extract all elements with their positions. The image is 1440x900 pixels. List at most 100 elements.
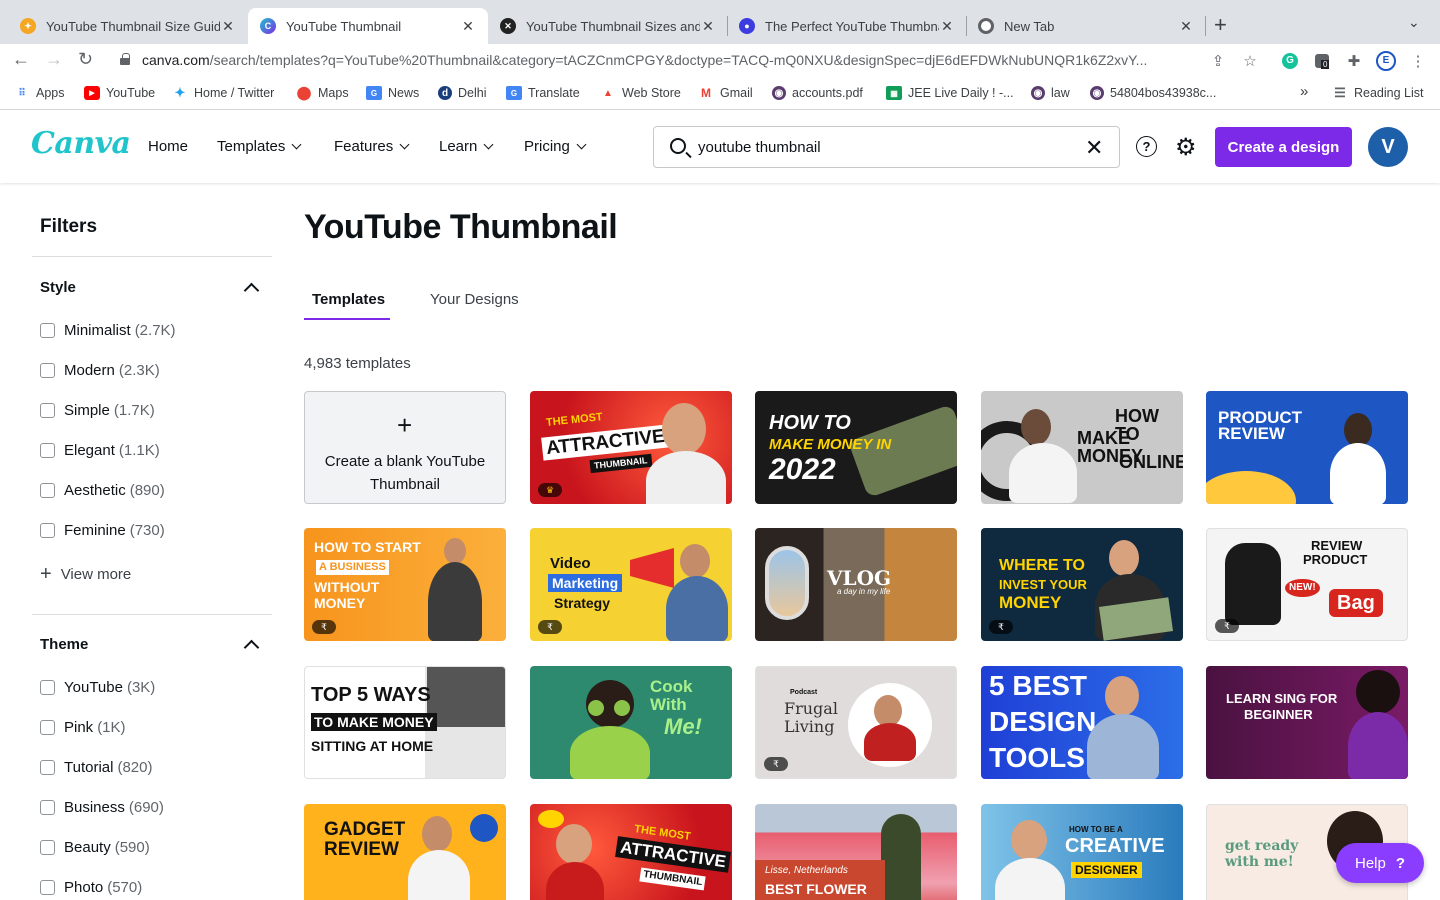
checkbox[interactable] bbox=[40, 720, 55, 735]
close-tab-icon[interactable]: ✕ bbox=[220, 18, 236, 35]
view-more-button[interactable]: + View more bbox=[40, 563, 131, 586]
close-tab-icon[interactable]: ✕ bbox=[1178, 18, 1194, 35]
bookmark-youtube[interactable]: ▶ YouTube bbox=[84, 86, 155, 100]
browser-tab-active[interactable]: C YouTube Thumbnail ✕ bbox=[248, 8, 488, 44]
bookmark-law[interactable]: ◉ law bbox=[1031, 86, 1070, 100]
browser-menu-icon[interactable]: ⋮ bbox=[1408, 51, 1428, 71]
close-tab-icon[interactable]: ✕ bbox=[700, 18, 716, 35]
filter-elegant[interactable]: Elegant (1.1K) bbox=[40, 442, 160, 459]
filter-minimalist[interactable]: Minimalist (2.7K) bbox=[40, 322, 176, 339]
checkbox[interactable] bbox=[40, 840, 55, 855]
template-card[interactable]: HOW TO START A BUSINESS WITHOUT MONEY ₹ bbox=[304, 528, 506, 641]
nav-features[interactable]: Features bbox=[334, 138, 410, 155]
gear-icon[interactable]: ⚙ bbox=[1175, 133, 1197, 162]
filter-modern[interactable]: Modern (2.3K) bbox=[40, 362, 160, 379]
checkbox[interactable] bbox=[40, 363, 55, 378]
checkbox[interactable] bbox=[40, 680, 55, 695]
bookmark-maps[interactable]: ⬤ Maps bbox=[296, 85, 349, 100]
nav-pricing[interactable]: Pricing bbox=[524, 138, 587, 155]
template-card[interactable]: Video Marketing Strategy ₹ bbox=[530, 528, 732, 641]
filter-feminine[interactable]: Feminine (730) bbox=[40, 522, 165, 539]
template-card[interactable]: LEARN SING FOR BEGINNER bbox=[1206, 666, 1408, 779]
tab-search-chevron-icon[interactable]: ⌄ bbox=[1408, 14, 1420, 31]
close-tab-icon[interactable]: ✕ bbox=[460, 18, 476, 35]
template-card[interactable]: PRODUCT REVIEW bbox=[1206, 391, 1408, 504]
help-button[interactable]: Help? bbox=[1336, 843, 1424, 883]
checkbox[interactable] bbox=[40, 443, 55, 458]
checkbox[interactable] bbox=[40, 403, 55, 418]
share-icon[interactable]: ⇪ bbox=[1208, 51, 1228, 71]
template-card[interactable]: WHERE TO INVEST YOUR MONEY ₹ bbox=[981, 528, 1183, 641]
template-card[interactable]: TOP 5 WAYS TO MAKE MONEY SITTING AT HOME bbox=[304, 666, 506, 779]
address-bar[interactable]: canva.com/search/templates?q=YouTube%20T… bbox=[142, 52, 1197, 68]
template-card[interactable]: HOW TO BE A CREATIVE DESIGNER bbox=[981, 804, 1183, 900]
reading-list[interactable]: ☰ Reading List bbox=[1332, 85, 1423, 100]
forward-icon[interactable]: → bbox=[45, 49, 63, 70]
template-card[interactable]: Lisse, Netherlands BEST FLOWER bbox=[755, 804, 957, 900]
search-input[interactable] bbox=[698, 136, 1078, 158]
tab-templates[interactable]: Templates bbox=[312, 291, 385, 308]
chevron-up-icon[interactable] bbox=[243, 282, 260, 299]
template-card[interactable]: HOW TO MAKE MONEY ONLINE bbox=[981, 391, 1183, 504]
close-tab-icon[interactable]: ✕ bbox=[939, 18, 955, 35]
avatar[interactable]: V bbox=[1368, 127, 1408, 167]
clear-search-icon[interactable]: ✕ bbox=[1085, 135, 1103, 161]
filter-beauty[interactable]: Beauty (590) bbox=[40, 839, 150, 856]
bookmark-star-icon[interactable]: ☆ bbox=[1240, 51, 1260, 71]
browser-tab[interactable]: ✦ YouTube Thumbnail Size Guide ✕ bbox=[8, 8, 248, 44]
create-blank-card[interactable]: + Create a blank YouTube Thumbnail bbox=[304, 391, 506, 504]
filter-simple[interactable]: Simple (1.7K) bbox=[40, 402, 155, 419]
template-card[interactable]: GADGET REVIEW bbox=[304, 804, 506, 900]
template-card[interactable]: THE MOST ATTRACTIVE THUMBNAIL bbox=[530, 804, 732, 900]
style-section-title[interactable]: Style bbox=[40, 279, 76, 296]
template-card[interactable]: HOW TO MAKE MONEY IN 2022 bbox=[755, 391, 957, 504]
checkbox[interactable] bbox=[40, 800, 55, 815]
bookmark-jee[interactable]: ▦ JEE Live Daily ! -... bbox=[886, 86, 1014, 100]
extensions-puzzle-icon[interactable]: ✚ bbox=[1344, 51, 1364, 71]
browser-tab[interactable]: ● The Perfect YouTube Thumbnai ✕ bbox=[727, 8, 967, 44]
new-tab-icon[interactable]: + bbox=[1214, 12, 1227, 38]
lock-icon[interactable] bbox=[120, 53, 130, 65]
filter-tutorial[interactable]: Tutorial (820) bbox=[40, 759, 153, 776]
profile-icon[interactable]: E bbox=[1376, 51, 1396, 71]
more-bookmarks-icon[interactable]: » bbox=[1300, 83, 1308, 100]
checkbox[interactable] bbox=[40, 880, 55, 895]
template-card[interactable]: 5 BEST DESIGN TOOLS bbox=[981, 666, 1183, 779]
help-icon[interactable]: ? bbox=[1136, 136, 1157, 157]
checkbox[interactable] bbox=[40, 323, 55, 338]
template-card[interactable]: Podcast Frugal Living ₹ bbox=[755, 666, 957, 779]
template-card[interactable]: REVIEW PRODUCT NEW! Bag ₹ bbox=[1206, 528, 1408, 641]
filter-aesthetic[interactable]: Aesthetic (890) bbox=[40, 482, 165, 499]
nav-templates[interactable]: Templates bbox=[217, 138, 302, 155]
bookmark-apps[interactable]: ⠿ Apps bbox=[14, 86, 64, 100]
bookmark-news[interactable]: G News bbox=[366, 86, 419, 100]
extension-badge-icon[interactable]: 0 bbox=[1312, 51, 1332, 71]
browser-tab[interactable]: New Tab ✕ bbox=[966, 8, 1206, 44]
template-card[interactable]: Cook With Me! bbox=[530, 666, 732, 779]
filter-business[interactable]: Business (690) bbox=[40, 799, 164, 816]
template-card[interactable]: VLOG a day in my life bbox=[755, 528, 957, 641]
back-icon[interactable]: ← bbox=[12, 49, 30, 70]
filter-youtube[interactable]: YouTube (3K) bbox=[40, 679, 155, 696]
bookmark-translate[interactable]: G Translate bbox=[506, 86, 580, 100]
checkbox[interactable] bbox=[40, 483, 55, 498]
bookmark-gmail[interactable]: M Gmail bbox=[698, 86, 753, 100]
bookmark-pdf[interactable]: ◉ 54804bos43938c... bbox=[1090, 86, 1216, 100]
bookmark-twitter[interactable]: ✦ Home / Twitter bbox=[172, 85, 275, 100]
reload-icon[interactable]: ↻ bbox=[78, 49, 93, 70]
create-design-button[interactable]: Create a design bbox=[1215, 127, 1352, 167]
filter-pink[interactable]: Pink (1K) bbox=[40, 719, 126, 736]
filter-photo[interactable]: Photo (570) bbox=[40, 879, 142, 896]
bookmark-webstore[interactable]: ▲ Web Store bbox=[600, 86, 681, 100]
nav-home[interactable]: Home bbox=[148, 138, 188, 155]
checkbox[interactable] bbox=[40, 523, 55, 538]
bookmark-delhi[interactable]: d Delhi bbox=[438, 86, 487, 100]
nav-learn[interactable]: Learn bbox=[439, 138, 494, 155]
bookmark-accounts-pdf[interactable]: ◉ accounts.pdf bbox=[772, 86, 863, 100]
tab-your-designs[interactable]: Your Designs bbox=[430, 291, 519, 308]
browser-tab[interactable]: ✕ YouTube Thumbnail Sizes and B ✕ bbox=[488, 8, 728, 44]
chevron-up-icon[interactable] bbox=[243, 639, 260, 656]
grammarly-icon[interactable]: G bbox=[1280, 51, 1300, 71]
template-card[interactable]: THE MOST ATTRACTIVE THUMBNAIL ♛ bbox=[530, 391, 732, 504]
checkbox[interactable] bbox=[40, 760, 55, 775]
